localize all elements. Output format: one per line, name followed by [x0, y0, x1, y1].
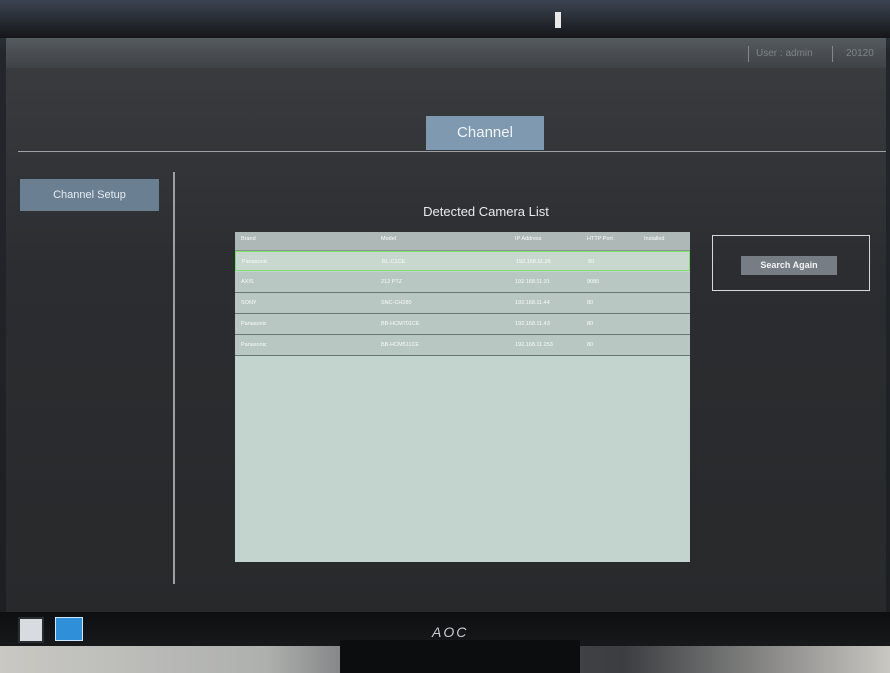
cell-port: 80 [587, 300, 594, 306]
table-row[interactable]: Panasonic BB-HCM701CE 192.168.11.43 80 [235, 314, 690, 335]
cell-brand: AXIS [241, 279, 254, 285]
user-label: User : admin [756, 48, 813, 59]
cell-model: SNC-CH280 [381, 300, 412, 306]
search-again-button[interactable]: Search Again [741, 256, 837, 275]
table-row[interactable]: Panasonic BB-HCM511CE 192.168.11.253 80 [235, 335, 690, 356]
cell-model: 212 PTZ [381, 279, 403, 285]
monitor-logo: AOC [432, 624, 469, 640]
sidebar-item-channel-setup[interactable]: Channel Setup [20, 179, 159, 211]
cell-brand: Panasonic [241, 321, 267, 327]
separator [748, 46, 749, 62]
cell-model: BL-C1CE [382, 259, 406, 265]
app-screen: User : admin 20120 Channel Channel Setup… [6, 38, 886, 612]
cell-ip: 192.168.11.31 [515, 279, 550, 285]
cell-brand: SONY [241, 300, 257, 306]
column-header-ip[interactable]: IP Address [515, 236, 542, 242]
top-status-bar: User : admin 20120 [6, 38, 886, 68]
cell-port: 9080 [587, 279, 600, 285]
column-header-model[interactable]: Model [381, 236, 396, 242]
cell-model: BB-HCM701CE [381, 321, 420, 327]
cell-port: 80 [588, 259, 595, 265]
cell-ip: 192.168.11.44 [515, 300, 550, 306]
cell-ip: 192.168.11.43 [515, 321, 550, 327]
separator [832, 46, 833, 62]
bezel-marker [555, 12, 561, 28]
cell-port: 80 [587, 321, 594, 327]
table-row[interactable]: AXIS 212 PTZ 192.168.11.31 9080 [235, 272, 690, 293]
table-header: Brand Model IP Address HTTP Port Install… [235, 232, 690, 251]
cell-ip: 192.168.11.253 [515, 342, 553, 348]
sticker-icon [18, 617, 44, 643]
table-row[interactable]: Panasonic BL-C1CE 192.168.11.26 80 [235, 251, 690, 271]
camera-list-title: Detected Camera List [423, 204, 549, 219]
camera-table: Brand Model IP Address HTTP Port Install… [235, 232, 690, 562]
monitor-top-bezel [0, 0, 890, 38]
cell-port: 80 [587, 342, 594, 348]
column-header-port[interactable]: HTTP Port [587, 236, 613, 242]
cell-brand: Panasonic [241, 342, 267, 348]
cell-brand: Panasonic [242, 259, 268, 265]
energy-star-icon [55, 617, 83, 641]
monitor-stand [340, 640, 580, 673]
column-header-installed[interactable]: Installed [644, 236, 665, 242]
column-header-brand[interactable]: Brand [241, 236, 256, 242]
sidebar-divider [173, 172, 175, 584]
cell-model: BB-HCM511CE [381, 342, 420, 348]
table-row[interactable]: SONY SNC-CH280 192.168.11.44 80 [235, 293, 690, 314]
date-label: 20120 [846, 48, 874, 59]
cell-ip: 192.168.11.26 [516, 259, 551, 265]
page-title: Channel [426, 116, 544, 150]
header-divider [18, 151, 886, 152]
